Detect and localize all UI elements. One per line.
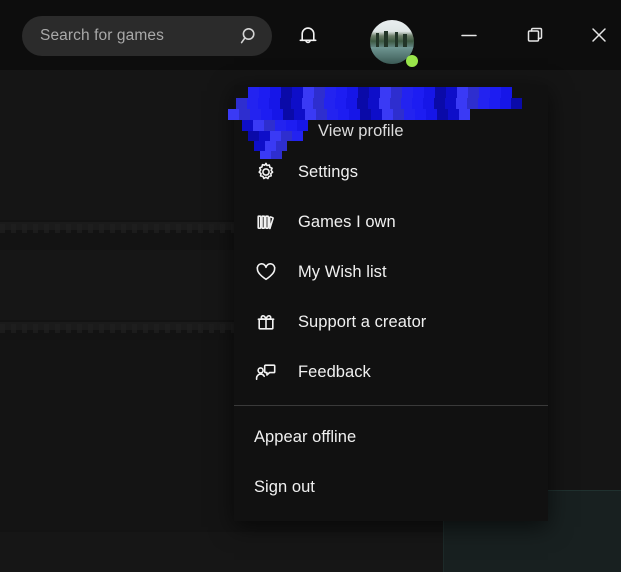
menu-item-label: Appear offline bbox=[254, 427, 357, 446]
close-button[interactable] bbox=[578, 18, 620, 52]
menu-item-games-i-own[interactable]: Games I own bbox=[234, 197, 548, 247]
menu-item-label: View profile bbox=[318, 122, 404, 140]
menu-item-my-wish-list[interactable]: My Wish list bbox=[234, 247, 548, 297]
menu-item-appear-offline[interactable]: Appear offline bbox=[234, 412, 548, 462]
account-menu: View profile Settings Games I own My Wis… bbox=[228, 85, 548, 521]
avatar-detail bbox=[395, 32, 398, 47]
search-icon[interactable] bbox=[240, 26, 260, 46]
restore-icon bbox=[525, 25, 545, 45]
heart-icon bbox=[254, 260, 278, 284]
menu-item-label: Feedback bbox=[298, 362, 371, 381]
menu-item-label: Games I own bbox=[298, 212, 396, 231]
menu-item-support-a-creator[interactable]: Support a creator bbox=[234, 297, 548, 347]
menu-item-feedback[interactable]: Feedback bbox=[234, 347, 548, 397]
avatar-detail bbox=[403, 34, 407, 47]
menu-item-settings[interactable]: Settings bbox=[234, 147, 548, 197]
menu-item-sign-out[interactable]: Sign out bbox=[234, 462, 548, 512]
search-input[interactable] bbox=[40, 27, 240, 45]
gift-icon bbox=[254, 310, 278, 334]
online-status-dot bbox=[406, 55, 418, 67]
search-box[interactable] bbox=[22, 16, 272, 56]
avatar-detail bbox=[384, 31, 388, 47]
account-avatar-button[interactable] bbox=[366, 16, 418, 68]
menu-item-label: My Wish list bbox=[298, 262, 387, 281]
gear-icon bbox=[254, 160, 278, 184]
feedback-icon bbox=[254, 360, 278, 384]
notifications-button[interactable] bbox=[290, 20, 326, 52]
menu-item-label: Settings bbox=[298, 162, 359, 181]
minimize-button[interactable] bbox=[446, 18, 492, 52]
close-icon bbox=[589, 25, 609, 45]
menu-item-label: Sign out bbox=[254, 477, 315, 496]
title-bar bbox=[0, 0, 621, 70]
bell-icon bbox=[297, 24, 319, 48]
avatar-detail bbox=[376, 33, 379, 47]
maximize-button[interactable] bbox=[512, 18, 558, 52]
menu-item-label: Support a creator bbox=[298, 312, 427, 331]
app-window: View profile Settings Gam bbox=[0, 0, 621, 572]
minimize-icon bbox=[458, 29, 480, 41]
menu-item-view-profile[interactable]: View profile bbox=[234, 85, 548, 147]
menu-divider bbox=[234, 405, 548, 406]
library-icon bbox=[254, 210, 278, 234]
